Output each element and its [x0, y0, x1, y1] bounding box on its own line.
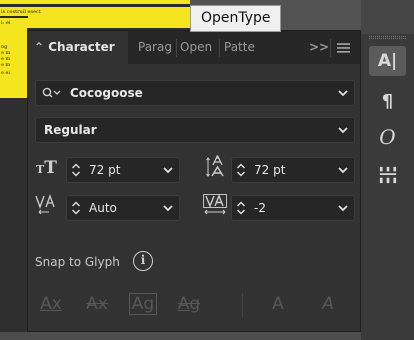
tab-opentype[interactable]: Open: [180, 31, 214, 64]
tab-divider: [176, 39, 177, 57]
collapse-toggle-icon: ⌃: [34, 40, 45, 54]
tab-character[interactable]: ⌃ Character: [28, 31, 128, 64]
snap-angular-guides-glyph: A: [272, 294, 284, 314]
opentype-tooltip: OpenType: [190, 5, 281, 32]
chevron-down-icon[interactable]: [157, 158, 179, 182]
stepper-icon[interactable]: [236, 162, 246, 178]
font-style-value: Regular: [44, 123, 97, 137]
tab-divider: [219, 39, 220, 57]
snap-x-height-button[interactable]: Ax: [78, 287, 116, 321]
font-family-field[interactable]: Cocogoose: [35, 80, 355, 106]
search-icon: [42, 81, 62, 107]
tabs-overflow-button[interactable]: >>: [309, 31, 329, 64]
snap-baseline-button[interactable]: Ax: [32, 287, 70, 321]
snap-glyph-bounds-button[interactable]: Ag: [124, 287, 162, 321]
snap-glyph-bounds-glyph: Ag: [128, 293, 158, 315]
tab-paragraph[interactable]: Parag: [138, 31, 174, 64]
info-icon[interactable]: i: [133, 251, 153, 271]
character-panel-icon[interactable]: A|: [369, 46, 406, 76]
leading-icon: [206, 155, 228, 183]
dock-grip-icon[interactable]: [369, 36, 406, 39]
chevron-down-icon[interactable]: [332, 196, 354, 220]
tab-character-label: Character: [48, 40, 115, 54]
panel-menu-button[interactable]: [337, 31, 353, 64]
snap-anchor-point-glyph: A: [322, 294, 334, 314]
document-band: [0, 16, 28, 18]
info-icon-glyph: i: [140, 253, 146, 267]
tracking-field[interactable]: -2: [231, 195, 355, 221]
leading-value: 72 pt: [254, 163, 286, 177]
leading-field[interactable]: 72 pt: [231, 157, 355, 183]
chevron-down-icon[interactable]: [332, 158, 354, 182]
character-panel: ⌃ Character Parag Open Patte >> Cocogoos…: [27, 30, 361, 332]
tab-pattern[interactable]: Patte: [224, 31, 262, 64]
hamburger-icon: [337, 43, 350, 53]
panel-tab-bar: ⌃ Character Parag Open Patte >>: [28, 31, 360, 64]
bottom-strip: [0, 332, 361, 340]
tab-divider: [330, 39, 331, 57]
document-text: e ei: [1, 70, 11, 76]
kerning-icon: [35, 194, 61, 220]
document-text: is costruil esect: [1, 9, 41, 15]
stepper-icon[interactable]: [71, 200, 81, 216]
font-style-field[interactable]: Regular: [35, 117, 355, 143]
snap-baseline-glyph: Ax: [40, 294, 62, 314]
snap-proximity-guides-glyph: Ag: [177, 294, 201, 314]
font-family-value: Cocogoose: [70, 86, 143, 100]
opentype-panel-icon[interactable]: O: [369, 122, 406, 152]
document-text: e m: [1, 62, 11, 68]
document-text: i: ei: [1, 20, 11, 26]
kerning-field[interactable]: Auto: [66, 195, 180, 221]
snap-to-glyph-label: Snap to Glyph: [35, 255, 120, 269]
font-size-value: 72 pt: [89, 163, 121, 177]
snap-anchor-point-button[interactable]: A: [310, 287, 346, 321]
panel-dock-toolbar: A| ¶ O: [361, 0, 414, 340]
chevron-down-icon[interactable]: [332, 81, 354, 105]
kerning-value: Auto: [89, 201, 117, 215]
stepper-icon[interactable]: [71, 162, 81, 178]
tracking-value: -2: [254, 201, 266, 215]
glyphs-panel-icon[interactable]: [369, 160, 406, 190]
tracking-icon: [203, 194, 229, 220]
stepper-icon[interactable]: [236, 200, 246, 216]
chevron-down-icon[interactable]: [332, 118, 354, 142]
snap-proximity-guides-button[interactable]: Ag: [170, 287, 208, 321]
snap-angular-guides-button[interactable]: A: [260, 287, 296, 321]
chevron-down-icon[interactable]: [157, 196, 179, 220]
document-band: [0, 4, 190, 7]
button-divider: [242, 293, 243, 317]
font-size-field[interactable]: 72 pt: [66, 157, 180, 183]
snap-x-height-glyph: Ax: [86, 294, 108, 314]
dock-header: [361, 0, 414, 34]
font-size-icon: TT: [36, 158, 57, 178]
paragraph-panel-icon[interactable]: ¶: [369, 86, 406, 116]
